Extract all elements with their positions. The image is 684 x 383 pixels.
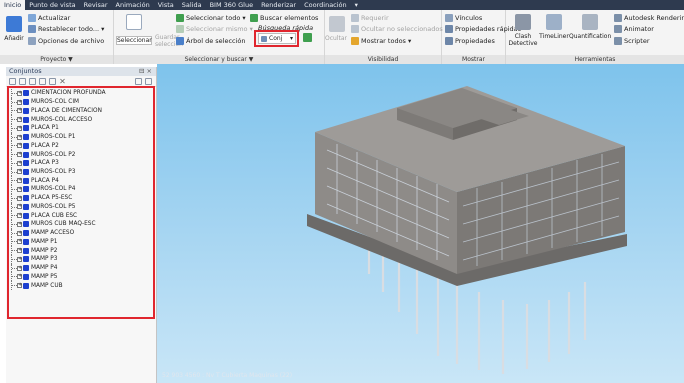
refresh-icon <box>28 14 36 22</box>
file-options-icon <box>28 37 36 45</box>
manage-sets-icon[interactable] <box>303 33 312 42</box>
ocultar-no-seleccionados-label: Ocultar no seleccionados <box>361 25 443 33</box>
sort-icon[interactable] <box>135 77 142 85</box>
building-model <box>307 86 627 374</box>
clash-detective-icon[interactable] <box>515 14 531 30</box>
unhide-all-icon <box>351 37 359 45</box>
animator-button[interactable]: Animator <box>614 25 654 33</box>
hide-unselected-icon <box>351 25 359 33</box>
quick-properties-icon <box>445 25 453 33</box>
arbol-seleccion-label: Árbol de selección <box>186 37 246 45</box>
actualizar-label: Actualizar <box>38 14 71 22</box>
require-icon <box>351 14 359 22</box>
conjunto-select-highlight <box>254 30 299 47</box>
tab-coordinacion[interactable]: Coordinación <box>300 0 351 10</box>
pin-close-icons[interactable]: ⊟ × <box>139 67 156 76</box>
group-label-herramientas: Herramientas <box>506 55 684 64</box>
properties-icon <box>445 37 453 45</box>
reset-icon <box>28 25 36 33</box>
scripter-button[interactable]: Scripter <box>614 37 650 45</box>
ribbon: Añadir Actualizar Restablecer todo... ▾ … <box>0 10 684 64</box>
tab-revisar[interactable]: Revisar <box>80 0 112 10</box>
viewport-status-text: 52 903 4560 : Nv T Cubierta Maquinas (22… <box>162 372 293 379</box>
group-label-mostrar[interactable]: Mostrar <box>442 55 505 64</box>
animator-icon <box>614 25 622 33</box>
tab-animacion[interactable]: Animación <box>112 0 154 10</box>
import-export-icon[interactable] <box>145 77 152 85</box>
rendering-icon <box>614 14 622 22</box>
tab-renderizar[interactable]: Renderizar <box>257 0 300 10</box>
group-mostrar: Vínculos Propiedades rápidas Propiedades… <box>442 10 521 64</box>
mostrar-todos-label: Mostrar todos ▾ <box>361 37 412 45</box>
autodesk-rendering-button[interactable]: Autodesk Rendering <box>614 14 684 22</box>
group-herramientas: Clash Detective TimeLiner Quantification… <box>506 10 684 64</box>
seleccionar-mismo-button[interactable]: Seleccionar mismo ▾ <box>176 25 253 33</box>
mostrar-todos-button[interactable]: Mostrar todos ▾ <box>351 37 411 45</box>
vinculos-button[interactable]: Vínculos <box>445 14 482 22</box>
group-label-visibilidad: Visibilidad <box>325 55 441 64</box>
select-same-icon <box>176 25 184 33</box>
tab-inicio[interactable]: Inicio <box>0 0 26 10</box>
quantification-button[interactable]: Quantification <box>569 33 611 40</box>
tab-bim360[interactable]: BIM 360 Glue <box>206 0 258 10</box>
group-label-seleccionar[interactable]: Seleccionar y buscar ▼ <box>114 55 324 64</box>
hide-icon[interactable] <box>329 16 345 32</box>
anadir-button[interactable]: Añadir <box>2 35 26 42</box>
scripter-icon <box>614 37 622 45</box>
animator-label: Animator <box>624 25 654 33</box>
propiedades-label: Propiedades <box>455 37 495 45</box>
duplicate-icon[interactable] <box>39 77 46 85</box>
propiedades-button[interactable]: Propiedades <box>445 37 495 45</box>
guardar-seleccion-button[interactable]: Guardar selección <box>155 34 183 48</box>
select-all-icon <box>176 14 184 22</box>
seleccionar-todo-label: Seleccionar todo ▾ <box>186 14 246 22</box>
links-icon <box>445 14 453 22</box>
add-file-icon[interactable] <box>6 16 22 32</box>
add-comment-icon[interactable] <box>49 77 56 85</box>
cursor-select-icon[interactable] <box>126 14 142 30</box>
requerir-button[interactable]: Requerir <box>351 14 389 22</box>
save-search-icon[interactable] <box>19 77 26 85</box>
quantification-icon[interactable] <box>582 14 598 30</box>
seleccionar-mismo-label: Seleccionar mismo ▾ <box>186 25 253 33</box>
group-proyecto: Añadir Actualizar Restablecer todo... ▾ … <box>0 10 114 64</box>
restablecer-button[interactable]: Restablecer todo... ▾ <box>28 25 104 33</box>
menu-tab-bar: Inicio Punto de vista Revisar Animación … <box>0 0 684 10</box>
sets-panel-header: Conjuntos ⊟ × <box>6 67 156 76</box>
vinculos-label: Vínculos <box>455 14 483 22</box>
autodesk-rendering-label: Autodesk Rendering <box>624 14 684 22</box>
buscar-elementos-button[interactable]: Buscar elementos <box>250 14 318 22</box>
tab-punto-de-vista[interactable]: Punto de vista <box>25 0 79 10</box>
delete-icon[interactable]: ✕ <box>59 77 66 85</box>
seleccionar-button[interactable]: Seleccionar <box>116 36 152 45</box>
tab-extra-dropdown[interactable]: ▾ <box>351 0 362 10</box>
find-items-icon <box>250 14 258 22</box>
tab-vista[interactable]: Vista <box>154 0 178 10</box>
opciones-archivo-button[interactable]: Opciones de archivo <box>28 37 104 45</box>
clash-detective-button[interactable]: Clash Detective <box>507 33 539 47</box>
3d-viewport[interactable] <box>157 64 684 383</box>
timeliner-icon[interactable] <box>546 14 562 30</box>
ocultar-no-seleccionados-button[interactable]: Ocultar no seleccionados <box>351 25 443 33</box>
group-visibilidad: Ocultar Requerir Ocultar no seleccionado… <box>325 10 443 64</box>
ocultar-button[interactable]: Ocultar <box>325 35 347 42</box>
actualizar-button[interactable]: Actualizar <box>28 14 70 22</box>
arbol-seleccion-button[interactable]: Árbol de selección <box>176 37 246 45</box>
save-selection-icon[interactable] <box>9 77 16 85</box>
restablecer-label: Restablecer todo... ▾ <box>38 25 105 33</box>
selection-tree-icon <box>176 37 184 45</box>
seleccionar-todo-button[interactable]: Seleccionar todo ▾ <box>176 14 246 22</box>
opciones-label: Opciones de archivo <box>38 37 105 45</box>
group-label-proyecto[interactable]: Proyecto ▼ <box>0 55 113 64</box>
requerir-label: Requerir <box>361 14 389 22</box>
tab-salida[interactable]: Salida <box>178 0 206 10</box>
buscar-elementos-label: Buscar elementos <box>260 14 319 22</box>
sets-panel-title: Conjuntos <box>9 67 42 75</box>
timeliner-button[interactable]: TimeLiner <box>536 33 572 40</box>
scripter-label: Scripter <box>624 37 650 45</box>
new-folder-icon[interactable] <box>29 77 36 85</box>
sets-list-highlight <box>7 86 155 319</box>
